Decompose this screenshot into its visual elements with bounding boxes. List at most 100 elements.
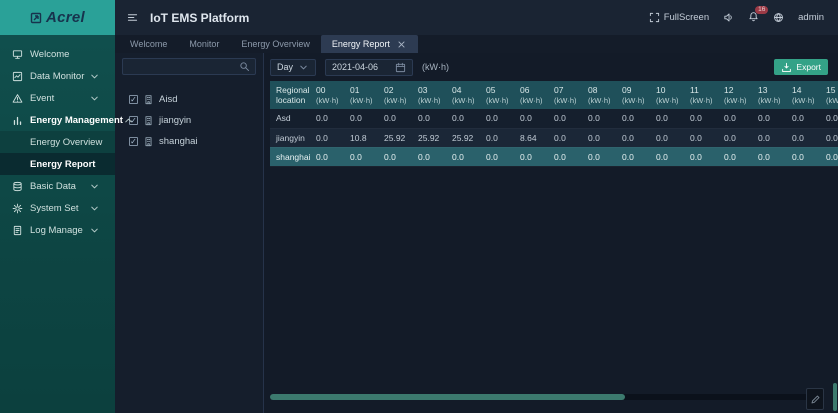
brand-name: Acrel	[46, 9, 85, 26]
page-title: IoT EMS Platform	[150, 11, 249, 25]
column-header-hour: 12(kW·h)	[718, 81, 752, 109]
tree-item-label: Aisd	[159, 94, 177, 105]
value-cell: 0.0	[548, 147, 582, 166]
energy-icon	[12, 115, 23, 126]
column-header-hour: 05(kW·h)	[480, 81, 514, 109]
sidebar-item-data-monitor[interactable]: Data Monitor	[0, 65, 115, 87]
value-cell: 0.0	[480, 128, 514, 147]
value-cell: 0.0	[752, 109, 786, 128]
value-cell: 25.92	[446, 128, 480, 147]
sound-icon[interactable]	[723, 12, 734, 23]
energy-report-table: Regionallocation00(kW·h)01(kW·h)02(kW·h)…	[270, 81, 838, 167]
sidebar-item-system-set[interactable]: System Set	[0, 197, 115, 219]
value-cell: 0.0	[718, 147, 752, 166]
close-icon[interactable]	[396, 39, 407, 50]
monitor-icon	[12, 49, 23, 60]
horizontal-scrollbar-thumb[interactable]	[270, 394, 625, 400]
sidebar-item-energy-overview[interactable]: Energy Overview	[0, 131, 115, 153]
event-icon	[12, 93, 23, 104]
tab-label: Energy Overview	[241, 39, 310, 49]
column-header-hour: 02(kW·h)	[378, 81, 412, 109]
value-cell: 0.0	[820, 109, 838, 128]
value-cell: 0.0	[718, 128, 752, 147]
date-value: 2021-04-06	[332, 62, 378, 72]
top-header: IoT EMS Platform FullScreen 16 admin	[115, 0, 838, 35]
export-button[interactable]: Export	[774, 59, 828, 75]
tab-energy-overview[interactable]: Energy Overview	[230, 35, 321, 53]
fullscreen-label: FullScreen	[664, 12, 709, 23]
sidebar-item-energy-report[interactable]: Energy Report	[0, 153, 115, 175]
data-monitor-icon	[12, 71, 23, 82]
value-cell: 0.0	[786, 109, 820, 128]
tab-monitor[interactable]: Monitor	[178, 35, 230, 53]
tree-item-jiangyin[interactable]: ✓jiangyin	[129, 110, 256, 131]
value-cell: 0.0	[446, 147, 480, 166]
column-header-hour: 03(kW·h)	[412, 81, 446, 109]
vertical-scrollbar-thumb[interactable]	[833, 383, 837, 411]
sidebar-menu: Welcome Data Monitor Event Energy Managemen…	[0, 35, 115, 241]
fullscreen-button[interactable]: FullScreen	[649, 12, 709, 23]
value-cell: 0.0	[480, 147, 514, 166]
value-cell: 0.0	[684, 128, 718, 147]
sidebar-item-log-manage[interactable]: Log Manage	[0, 219, 115, 241]
building-icon	[143, 94, 154, 105]
value-cell: 0.0	[514, 109, 548, 128]
value-cell: 0.0	[412, 109, 446, 128]
period-select[interactable]: Day	[270, 59, 316, 76]
chevron-up-icon	[123, 115, 134, 126]
value-cell: 0.0	[752, 128, 786, 147]
chevron-down-icon	[298, 62, 309, 73]
sidebar-item-label: Energy Overview	[30, 137, 102, 148]
column-header-hour: 13(kW·h)	[752, 81, 786, 109]
checkbox[interactable]: ✓	[129, 95, 138, 104]
tree-search-input[interactable]	[128, 62, 239, 72]
sidebar-item-event[interactable]: Event	[0, 87, 115, 109]
value-cell: 0.0	[378, 147, 412, 166]
tab-energy-report[interactable]: Energy Report	[321, 35, 418, 53]
horizontal-scrollbar[interactable]	[270, 394, 816, 400]
value-cell: 0.0	[480, 109, 514, 128]
sidebar-item-energy-management[interactable]: Energy Management	[0, 109, 115, 131]
sidebar-item-label: Data Monitor	[30, 71, 84, 82]
value-cell: 10.8	[344, 128, 378, 147]
export-label: Export	[796, 62, 821, 72]
hamburger-icon[interactable]	[127, 12, 138, 23]
tree-item-aisd[interactable]: ✓ Aisd	[129, 89, 256, 110]
feedback-button[interactable]	[806, 388, 824, 410]
value-cell: 0.0	[310, 147, 344, 166]
period-value: Day	[277, 62, 293, 72]
table-row-shanghai[interactable]: shanghai0.00.00.00.00.00.00.00.00.00.00.…	[270, 147, 838, 166]
chevron-down-icon	[89, 181, 100, 192]
value-cell: 0.0	[412, 147, 446, 166]
value-cell: 0.0	[378, 109, 412, 128]
globe-icon[interactable]	[773, 12, 784, 23]
value-cell: 0.0	[752, 147, 786, 166]
search-icon[interactable]	[239, 61, 250, 72]
tree-item-shanghai[interactable]: ✓shanghai	[129, 131, 256, 152]
column-header-hour: 11(kW·h)	[684, 81, 718, 109]
value-cell: 0.0	[786, 147, 820, 166]
table-row-asd[interactable]: Asd0.00.00.00.00.00.00.00.00.00.00.00.00…	[270, 109, 838, 128]
value-cell: 0.0	[650, 109, 684, 128]
value-cell: 25.92	[378, 128, 412, 147]
notifications-button[interactable]: 16	[748, 11, 759, 25]
value-cell: 0.0	[650, 128, 684, 147]
sidebar-item-label: Event	[30, 93, 54, 104]
date-picker[interactable]: 2021-04-06	[325, 59, 413, 76]
chevron-down-icon	[89, 71, 100, 82]
tab-welcome[interactable]: Welcome	[119, 35, 178, 53]
sidebar-item-basic-data[interactable]: Basic Data	[0, 175, 115, 197]
user-menu[interactable]: admin	[798, 12, 824, 23]
sidebar-item-label: Welcome	[30, 49, 69, 60]
column-header-regional-location: Regionallocation	[270, 81, 310, 109]
table-row-jiangyin[interactable]: jiangyin0.010.825.9225.9225.920.08.640.0…	[270, 128, 838, 147]
chevron-down-icon	[89, 203, 100, 214]
value-cell: 0.0	[446, 109, 480, 128]
basic-data-icon	[12, 181, 23, 192]
calendar-icon	[395, 62, 406, 73]
value-cell: 0.0	[820, 147, 838, 166]
sidebar-item-welcome[interactable]: Welcome	[0, 43, 115, 65]
value-cell: 8.64	[514, 128, 548, 147]
sidebar-item-label: System Set	[30, 203, 79, 214]
checkbox[interactable]: ✓	[129, 137, 138, 146]
